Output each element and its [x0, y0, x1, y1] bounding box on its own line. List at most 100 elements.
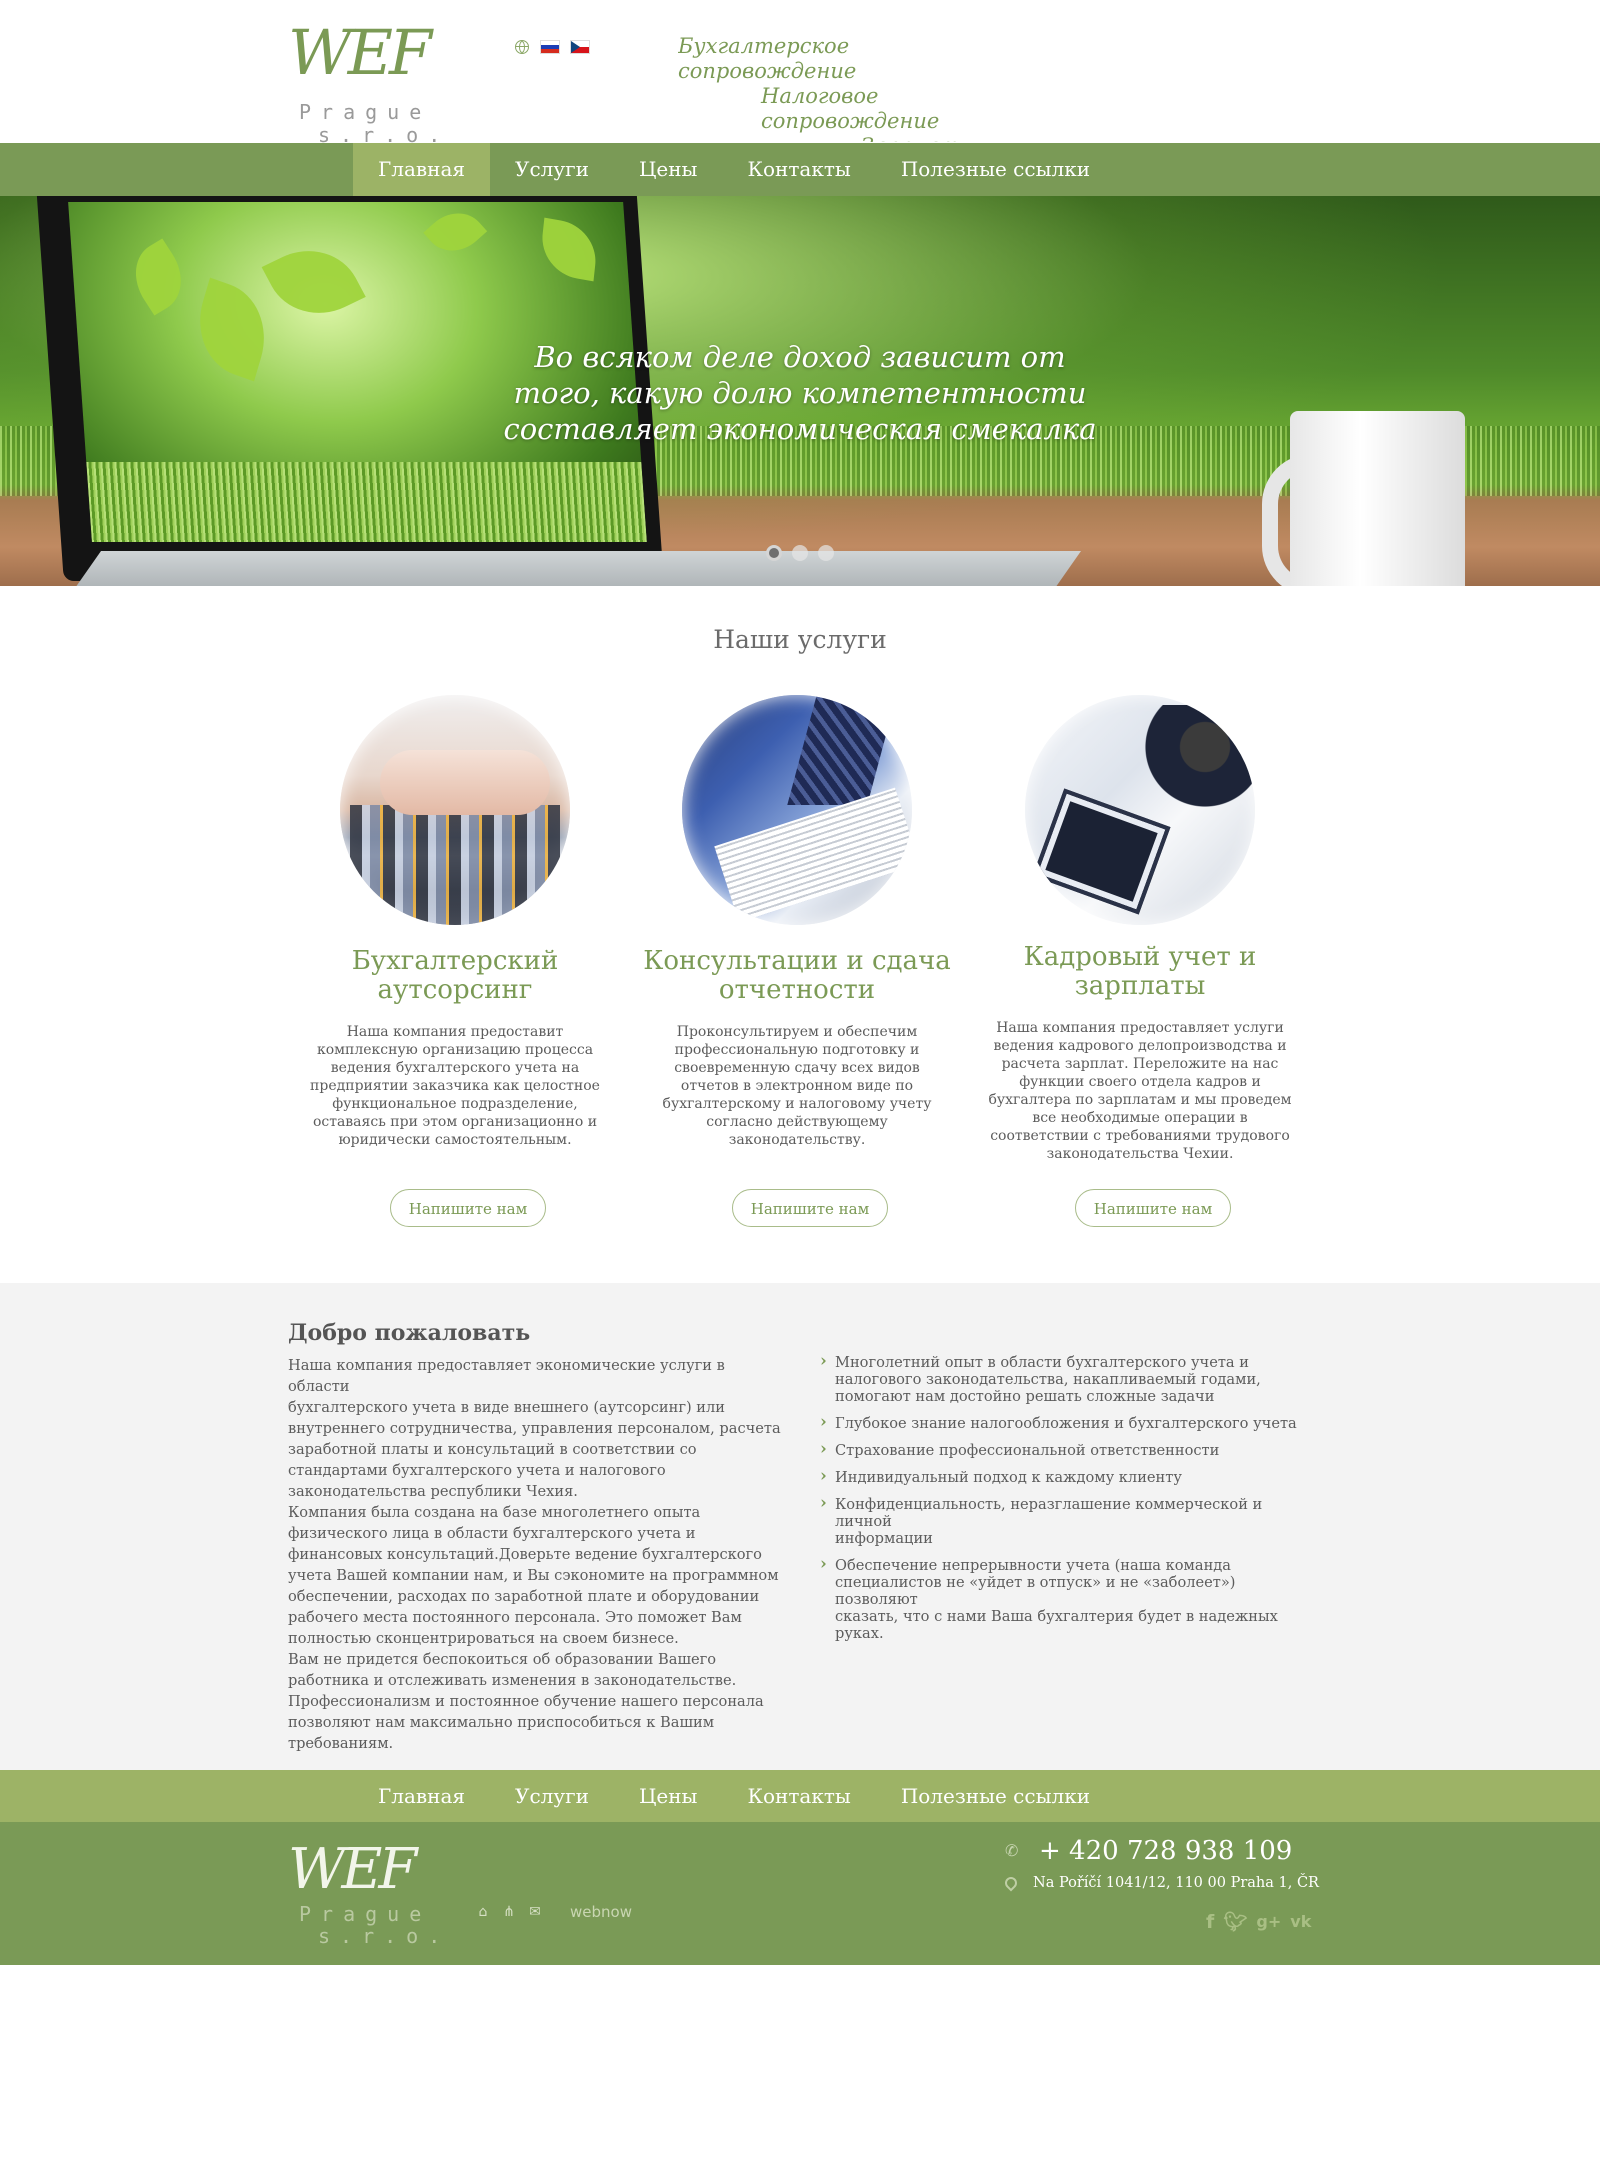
- footer-nav-links[interactable]: Полезные ссылки: [876, 1770, 1115, 1822]
- desc-line: все необходимые операции в: [1032, 1110, 1248, 1126]
- home-icon[interactable]: ⌂: [475, 1905, 491, 1919]
- desc-line: функциональное подразделение,: [332, 1096, 578, 1112]
- nav-item-home[interactable]: Главная: [353, 143, 491, 196]
- nav-item-services[interactable]: Услуги: [490, 143, 614, 196]
- feature-item: Обеспечение непрерывности учета (наша ко…: [820, 1556, 1320, 1642]
- feature-item: Страхование профессиональной ответственн…: [820, 1441, 1320, 1459]
- slider-dot-1[interactable]: [766, 545, 782, 561]
- hero-quote-line: составляет экономическая смекалка: [503, 412, 1097, 446]
- nav-item-contacts[interactable]: Контакты: [722, 143, 875, 196]
- desc-line: расчета зарплат. Переложите на нас: [1001, 1056, 1279, 1072]
- desc-line: Проконсультируем и обеспечим: [676, 1024, 918, 1040]
- footer-nav-services[interactable]: Услуги: [490, 1770, 614, 1822]
- ticker-line: Налоговое: [761, 84, 879, 108]
- binders-photo: [340, 695, 570, 925]
- services-title: Наши услуги: [713, 625, 887, 654]
- desc-line: своевременную сдачу всех видов: [674, 1060, 920, 1076]
- text-line: Вам не придется беспокоиться об образова…: [288, 1651, 717, 1668]
- text-line: стандартами бухгалтерского учета и налог…: [288, 1462, 666, 1479]
- developer-logo[interactable]: webnow: [570, 1903, 632, 1921]
- coffee-mug-image: [1290, 411, 1465, 586]
- text-line: Наша компания предоставляет экономически…: [288, 1357, 725, 1395]
- text-line: обеспечении, расходах по заработной плат…: [288, 1588, 760, 1605]
- flag-russia-icon[interactable]: [541, 41, 559, 53]
- footer-address: Na Poříčí 1041/12, 110 00 Praha 1, ČR: [1002, 1874, 1319, 1892]
- service-description: Наша компания предоставляет услуги веден…: [985, 1019, 1295, 1163]
- logo-subtitle-sro: s.r.o.: [318, 1924, 451, 1948]
- facebook-icon[interactable]: f: [1206, 1912, 1214, 1932]
- nav-item-prices[interactable]: Цены: [614, 143, 723, 196]
- desc-line: ведения кадрового делопроизводства и: [993, 1038, 1287, 1054]
- features-list: Многолетний опыт в области бухгалтерског…: [820, 1353, 1320, 1652]
- footer-nav-prices[interactable]: Цены: [614, 1770, 723, 1822]
- text-line: требованиям.: [288, 1735, 394, 1752]
- hero-quote-line: Во всяком деле доход зависит от: [534, 340, 1066, 374]
- logo-mark: WEF: [288, 16, 432, 89]
- service-title-line: аутсорсинг: [377, 975, 533, 1005]
- text-line: заработной платы и консультаций в соотве…: [288, 1441, 697, 1458]
- feature-line: Обеспечение непрерывности учета (наша ко…: [835, 1557, 1231, 1574]
- vk-icon[interactable]: vk: [1290, 1912, 1311, 1932]
- feature-line: руках.: [835, 1625, 884, 1642]
- business-people-photo: [1025, 695, 1255, 925]
- text-line: бухгалтерского учета в виде внешнего (ау…: [288, 1399, 726, 1416]
- feature-line: специалистов не «уйдет в отпуск» и не «з…: [835, 1574, 1236, 1608]
- welcome-text: Наша компания предоставляет экономически…: [288, 1355, 790, 1754]
- welcome-section: [0, 1283, 1600, 1770]
- google-plus-icon[interactable]: g+: [1256, 1912, 1281, 1932]
- service-title[interactable]: Бухгалтерский аутсорсинг: [290, 947, 620, 1005]
- social-links: f 🐦︎ g+ vk: [1206, 1912, 1311, 1932]
- write-us-button[interactable]: Напишите нам: [390, 1189, 546, 1227]
- text-line: полностью сконцентрироваться на своем би…: [288, 1630, 679, 1647]
- service-title[interactable]: Консультации и сдача отчетности: [632, 947, 962, 1005]
- service-title-line: Бухгалтерский: [351, 946, 559, 976]
- twitter-icon[interactable]: 🐦︎: [1223, 1912, 1247, 1932]
- slider-dot-2[interactable]: [792, 545, 808, 561]
- hero-slider: Во всяком деле доход зависит от того, ка…: [0, 196, 1600, 586]
- service-title[interactable]: Кадровый учет и зарплаты: [975, 943, 1305, 1001]
- header-logo[interactable]: WEF Prague s.r.o.: [288, 16, 463, 148]
- desc-line: профессиональную подготовку и: [674, 1042, 920, 1058]
- write-us-button[interactable]: Напишите нам: [732, 1189, 888, 1227]
- map-pin-icon: [1002, 1874, 1020, 1892]
- text-line: учета Вашей компании нам, и Вы сэкономит…: [288, 1567, 779, 1584]
- desc-line: комплексную организацию процесса: [316, 1042, 594, 1058]
- slider-dot-3[interactable]: [818, 545, 834, 561]
- main-nav: Главная Услуги Цены Контакты Полезные сс…: [0, 143, 1600, 196]
- text-line: финансовых консультаций.Доверьте ведение…: [288, 1546, 762, 1563]
- text-line: Профессионализм и постоянное обучение на…: [288, 1693, 764, 1710]
- mail-icon[interactable]: ✉: [527, 1905, 543, 1919]
- text-line: Компания была создана на базе многолетне…: [288, 1504, 701, 1521]
- feature-line: Многолетний опыт в области бухгалтерског…: [835, 1354, 1249, 1371]
- ticker-line: сопровождение: [678, 59, 857, 83]
- desc-line: бухгалтерскому и налоговому учету: [662, 1096, 932, 1112]
- language-switcher: [515, 38, 589, 56]
- sitemap-icon[interactable]: ⋔: [501, 1905, 517, 1919]
- flag-czech-icon[interactable]: [571, 41, 589, 53]
- footer-nav-home[interactable]: Главная: [353, 1770, 490, 1822]
- footer-nav: Главная Услуги Цены Контакты Полезные сс…: [0, 1770, 1600, 1822]
- feature-line: Глубокое знание налогообложения и бухгал…: [835, 1415, 1297, 1432]
- footer: [0, 1822, 1600, 1965]
- footer-nav-contacts[interactable]: Контакты: [722, 1770, 875, 1822]
- feature-line: налогового законодательства, накапливаем…: [835, 1371, 1261, 1388]
- feature-line: Конфиденциальность, неразглашение коммер…: [835, 1496, 1263, 1530]
- feature-item: Конфиденциальность, неразглашение коммер…: [820, 1495, 1320, 1547]
- desc-line: функции своего отдела кадров и: [1019, 1074, 1261, 1090]
- text-line: рабочего места постоянного персонала. Эт…: [288, 1609, 742, 1626]
- footer-logo[interactable]: WEF Prague s.r.o.: [288, 1840, 458, 1949]
- phone-number[interactable]: + 420 728 938 109: [1039, 1836, 1292, 1866]
- desc-line: отчетов в электронном виде по: [680, 1078, 914, 1094]
- text-line: позволяют нам максимально приспособиться…: [288, 1714, 715, 1731]
- desc-line: предприятии заказчика как целостное: [310, 1078, 600, 1094]
- desc-line: ведения бухгалтерского учета на: [330, 1060, 580, 1076]
- hero-quote: Во всяком деле доход зависит от того, ка…: [450, 339, 1150, 447]
- nav-item-links[interactable]: Полезные ссылки: [876, 143, 1115, 196]
- write-us-button[interactable]: Напишите нам: [1075, 1189, 1231, 1227]
- feature-item: Глубокое знание налогообложения и бухгал…: [820, 1414, 1320, 1432]
- ticker-line: сопровождение: [761, 109, 940, 133]
- feature-line: Индивидуальный подход к каждому клиенту: [835, 1469, 1182, 1486]
- feature-line: Страхование профессиональной ответственн…: [835, 1442, 1220, 1459]
- footer-icons: ⌂ ⋔ ✉: [475, 1905, 543, 1919]
- desc-line: бухгалтера по зарплатам и мы проведем: [988, 1092, 1292, 1108]
